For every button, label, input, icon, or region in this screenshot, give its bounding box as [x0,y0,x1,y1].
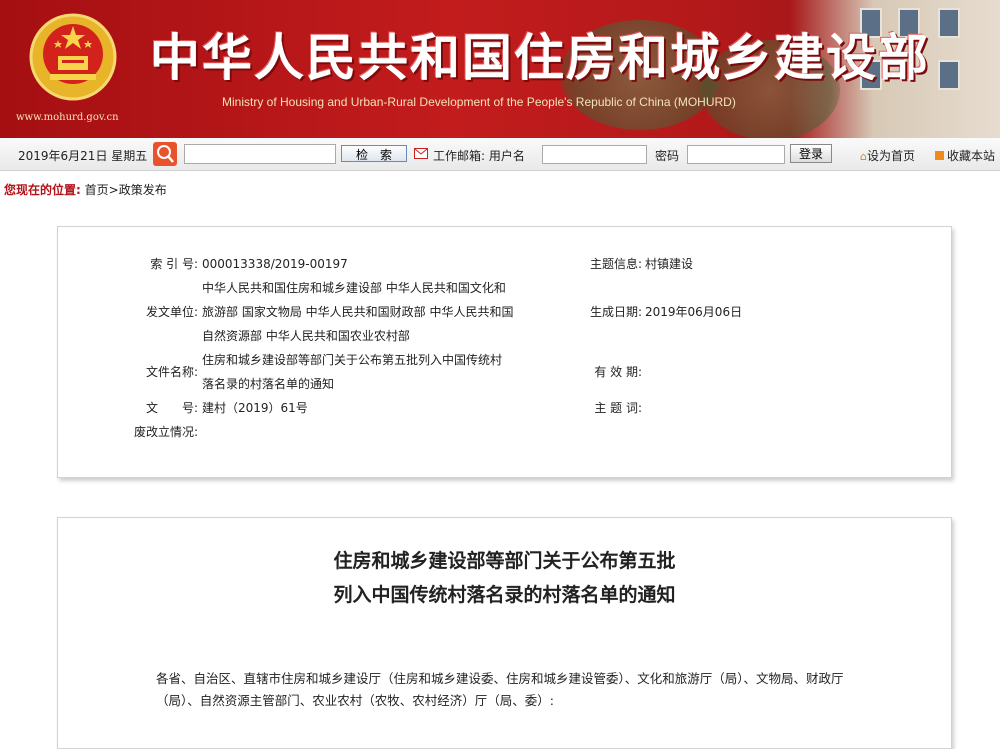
article-body: 各省、自治区、直辖市住房和城乡建设厅（住房和城乡建设委、住房和城乡建设管委）、文… [156,668,846,712]
bookmark-link[interactable]: 收藏本站 [935,147,995,164]
site-url: www.mohurd.gov.cn [16,112,119,123]
issuer-value-line3: 自然资源部 中华人民共和国农业农村部 [202,329,410,343]
set-home-link[interactable]: ⌂设为首页 [860,147,915,164]
article-panel: 住房和城乡建设部等部门关于公布第五批 列入中国传统村落名录的村落名单的通知 各省… [57,517,952,749]
filename-value-line1: 住房和城乡建设部等部门关于公布第五批列入中国传统村 [202,353,503,367]
site-banner: www.mohurd.gov.cn 中华人民共和国住房和城乡建设部 Minist… [0,0,1000,138]
breadcrumb: 您现在的位置: 首页>政策发布 [4,181,167,198]
password-label: 密码 [655,149,680,163]
index-label: 索 引 号: [150,257,198,271]
window-decoration [938,60,960,90]
search-input[interactable] [184,144,336,164]
mail-icon [414,148,428,159]
search-icon[interactable] [153,142,177,166]
date-label: 生成日期: [589,305,642,319]
issuer-value-line1: 中华人民共和国住房和城乡建设部 中华人民共和国文化和 [202,281,506,295]
home-icon: ⌂ [860,150,867,163]
issuer-value-line2: 旅游部 国家文物局 中华人民共和国财政部 中华人民共和国 [202,305,514,319]
index-value: 000013338/2019-00197 [202,257,348,271]
article-body-line1: 各省、自治区、直辖市住房和城乡建设厅（住房和城乡建设委、住房和城乡建设管委）、文… [156,671,844,686]
bookmark-label: 收藏本站 [947,149,996,163]
current-date: 2019年6月21日 星期五 [18,149,148,163]
rss-icon [935,151,944,160]
search-button[interactable]: 检 索 [341,145,407,162]
article-body-line2: （局）、自然资源主管部门、农业农村（农牧、农村经济）厅（局、委）: [156,693,554,708]
article-title-line2: 列入中国传统村落名录的村落名单的通知 [333,584,676,606]
site-title-cn: 中华人民共和国住房和城乡建设部 [150,28,930,87]
topic-value: 村镇建设 [645,257,694,271]
topic-label: 主题信息: [589,257,642,271]
subject-label: 主 题 词: [594,401,642,415]
filename-value-line2: 落名录的村落名单的通知 [202,377,335,391]
national-emblem-icon [29,13,117,101]
set-home-label: 设为首页 [866,149,915,163]
password-field[interactable] [687,145,785,164]
docno-value: 建村（2019）61号 [202,401,308,415]
article-title-line1: 住房和城乡建设部等部门关于公布第五批 [333,550,676,572]
login-button[interactable]: 登录 [790,144,832,163]
status-label: 废改立情况: [133,425,198,439]
window-decoration [938,8,960,38]
breadcrumb-path[interactable]: 首页>政策发布 [85,183,167,197]
validity-label: 有 效 期: [594,365,642,379]
username-field[interactable] [542,145,647,164]
breadcrumb-label: 您现在的位置: [4,183,81,197]
date-value: 2019年06月06日 [645,305,743,319]
docno-label: 文 号: [145,401,198,415]
site-title-en: Ministry of Housing and Urban-Rural Deve… [222,95,736,109]
filename-label: 文件名称: [145,365,198,379]
mail-username-label: 工作邮箱: 用户名 [433,149,525,163]
top-toolbar: 2019年6月21日 星期五 检 索 工作邮箱: 用户名 密码 登录 ⌂设为首页… [0,138,1000,171]
document-info-box: 索 引 号: 000013338/2019-00197 主题信息: 村镇建设 中… [57,226,952,478]
issuer-label: 发文单位: [145,305,198,319]
